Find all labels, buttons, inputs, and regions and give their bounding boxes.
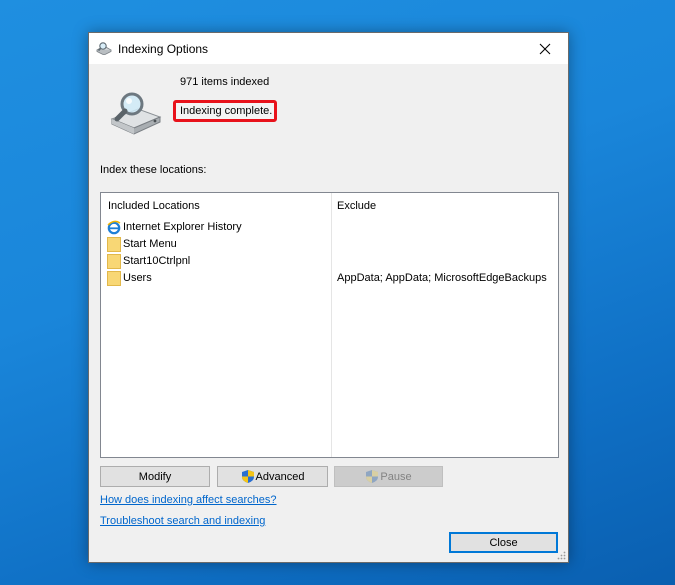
column-header-exclude[interactable]: Exclude: [337, 200, 376, 212]
indexing-drive-magnifier-icon: [110, 92, 162, 135]
folder-icon: [107, 254, 121, 269]
close-button-label: Close: [489, 536, 518, 549]
list-item[interactable]: Start10Ctrlpnl: [101, 253, 558, 270]
list-item[interactable]: Start Menu: [101, 236, 558, 253]
items-indexed-count: 971 items indexed: [180, 76, 270, 88]
advanced-button[interactable]: Advanced: [217, 466, 328, 487]
title-bar[interactable]: Indexing Options: [89, 33, 568, 64]
list-item[interactable]: Internet Explorer History: [101, 219, 558, 236]
how-indexing-affects-link[interactable]: How does indexing affect searches?: [100, 494, 277, 506]
pause-button-label: Pause: [380, 470, 412, 483]
folder-icon: [107, 271, 121, 286]
indexing-options-dialog: Indexing Options 971 items indexed Index…: [88, 32, 569, 563]
folder-icon: [107, 237, 121, 252]
column-header-included[interactable]: Included Locations: [108, 200, 200, 212]
pause-button[interactable]: Pause: [334, 466, 443, 487]
indexing-status-text: Indexing complete.: [180, 105, 273, 117]
list-item[interactable]: Users AppData; AppData; MicrosoftEdgeBac…: [101, 270, 558, 287]
location-name: Start10Ctrlpnl: [123, 255, 191, 267]
locations-list[interactable]: Included Locations Exclude Internet Expl…: [100, 192, 559, 458]
close-icon: [539, 43, 551, 54]
uac-shield-icon: [241, 470, 254, 483]
index-locations-heading: Index these locations:: [100, 164, 207, 176]
troubleshoot-link[interactable]: Troubleshoot search and indexing: [100, 515, 265, 527]
window-close-button[interactable]: [522, 33, 568, 64]
internet-explorer-icon: [107, 220, 121, 235]
close-button[interactable]: Close: [449, 532, 558, 553]
location-name: Start Menu: [123, 238, 177, 250]
window-title: Indexing Options: [118, 42, 209, 56]
resize-grip-icon[interactable]: [556, 550, 566, 560]
advanced-button-label: Advanced: [255, 470, 305, 483]
location-name: Users: [123, 272, 152, 284]
location-name: Internet Explorer History: [123, 221, 242, 233]
uac-shield-icon: [366, 470, 379, 483]
indexing-options-icon: [96, 42, 112, 55]
modify-button[interactable]: Modify: [100, 466, 210, 487]
location-exclude: AppData; AppData; MicrosoftEdgeBackups: [337, 272, 547, 284]
modify-button-label: Modify: [138, 470, 172, 483]
